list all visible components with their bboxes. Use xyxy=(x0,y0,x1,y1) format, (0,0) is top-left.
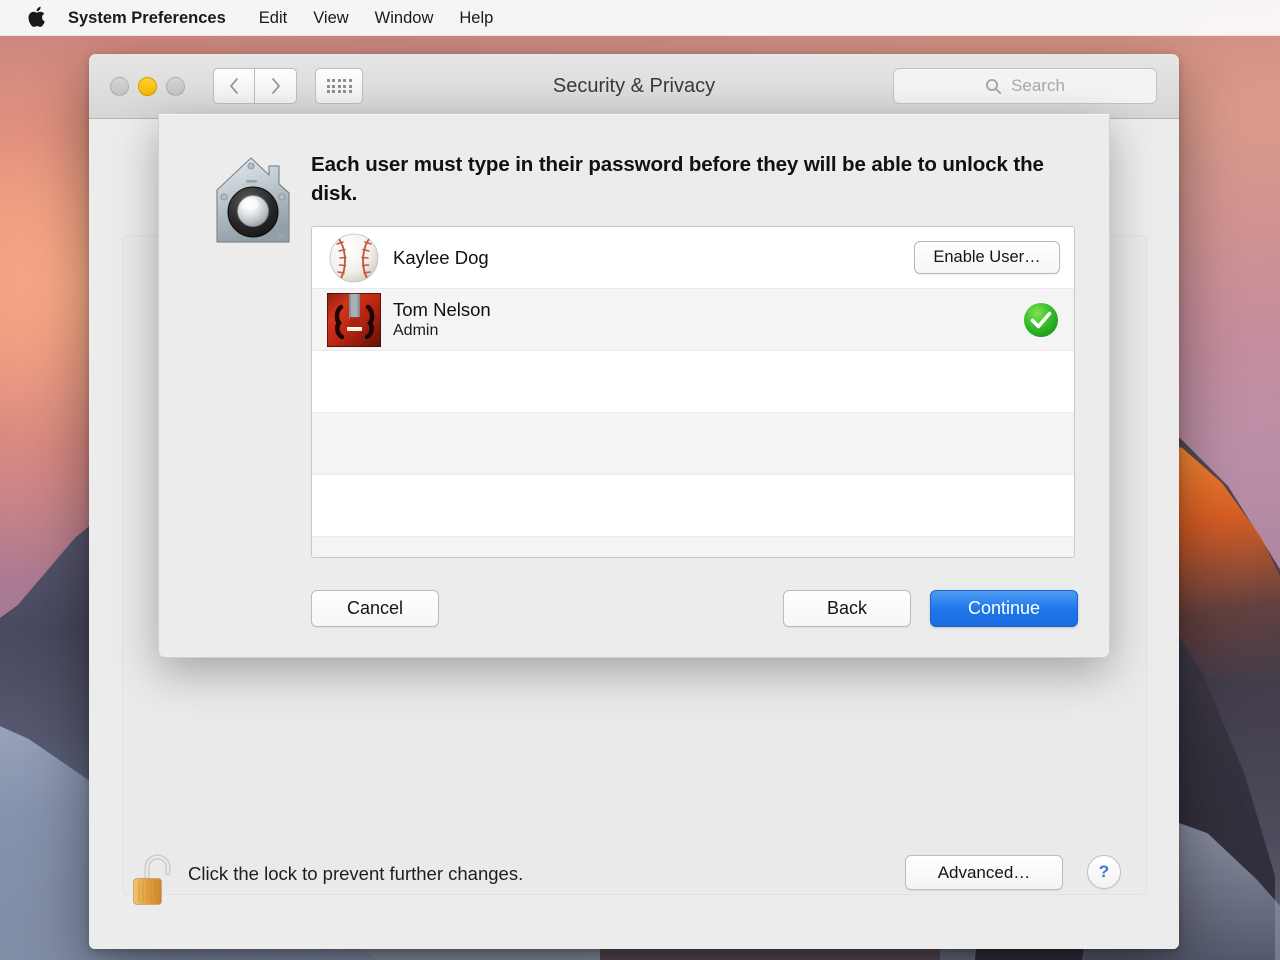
minimize-button[interactable] xyxy=(138,76,157,96)
filevault-user-list[interactable]: Kaylee Dog Enable User… Tom Nelson Admin xyxy=(311,226,1075,558)
back-button[interactable]: Back xyxy=(783,590,911,627)
show-all-grid-icon[interactable] xyxy=(315,68,363,104)
lock-message: Click the lock to prevent further change… xyxy=(188,863,524,884)
search-placeholder: Search xyxy=(1011,76,1065,95)
cancel-button[interactable]: Cancel xyxy=(311,590,439,627)
search-input[interactable]: Search xyxy=(893,68,1157,104)
user-info: Kaylee Dog xyxy=(393,246,489,269)
sheet-heading: Each user must type in their password be… xyxy=(311,153,1044,206)
back-button[interactable] xyxy=(213,68,255,104)
unlocked-padlock-icon[interactable] xyxy=(129,851,175,907)
zoom-button[interactable] xyxy=(166,76,185,96)
filevault-icon xyxy=(205,150,301,250)
lock-bar: Click the lock to prevent further change… xyxy=(89,831,1179,949)
filevault-enable-users-sheet: Each user must type in their password be… xyxy=(158,114,1110,658)
advanced-button[interactable]: Advanced… xyxy=(905,855,1063,890)
menu-item-window[interactable]: Window xyxy=(362,0,447,36)
violin-avatar xyxy=(326,291,382,348)
user-name: Kaylee Dog xyxy=(393,246,489,268)
row-actions: Enable User… xyxy=(914,241,1060,274)
menu-bar: System Preferences Edit View Window Help xyxy=(0,0,1280,36)
traffic-light-group xyxy=(110,76,185,96)
menu-item-edit[interactable]: Edit xyxy=(246,0,300,36)
user-info: Tom Nelson Admin xyxy=(393,298,491,342)
continue-button[interactable]: Continue xyxy=(930,590,1078,627)
navigation-buttons xyxy=(213,68,297,104)
close-button[interactable] xyxy=(110,76,129,96)
menu-item-help[interactable]: Help xyxy=(446,0,506,36)
table-row[interactable]: Tom Nelson Admin xyxy=(312,289,1074,351)
list-item[interactable] xyxy=(312,475,1074,537)
user-name: Tom Nelson xyxy=(393,298,491,320)
apple-logo-icon[interactable] xyxy=(26,6,46,30)
search-icon xyxy=(985,78,1002,95)
list-item[interactable] xyxy=(312,413,1074,475)
table-row[interactable]: Kaylee Dog Enable User… xyxy=(312,227,1074,289)
help-button[interactable]: ? xyxy=(1087,855,1121,889)
user-role: Admin xyxy=(393,321,439,339)
enabled-check-icon xyxy=(1022,301,1060,339)
forward-button[interactable] xyxy=(255,68,297,104)
row-actions xyxy=(1022,301,1060,339)
window-titlebar[interactable]: Security & Privacy Search xyxy=(89,54,1179,119)
menu-item-view[interactable]: View xyxy=(300,0,361,36)
list-item[interactable] xyxy=(312,351,1074,413)
menu-item-system-preferences[interactable]: System Preferences xyxy=(68,0,246,36)
enable-user-button[interactable]: Enable User… xyxy=(914,241,1060,274)
list-item[interactable] xyxy=(312,537,1074,557)
baseball-avatar xyxy=(327,231,381,285)
